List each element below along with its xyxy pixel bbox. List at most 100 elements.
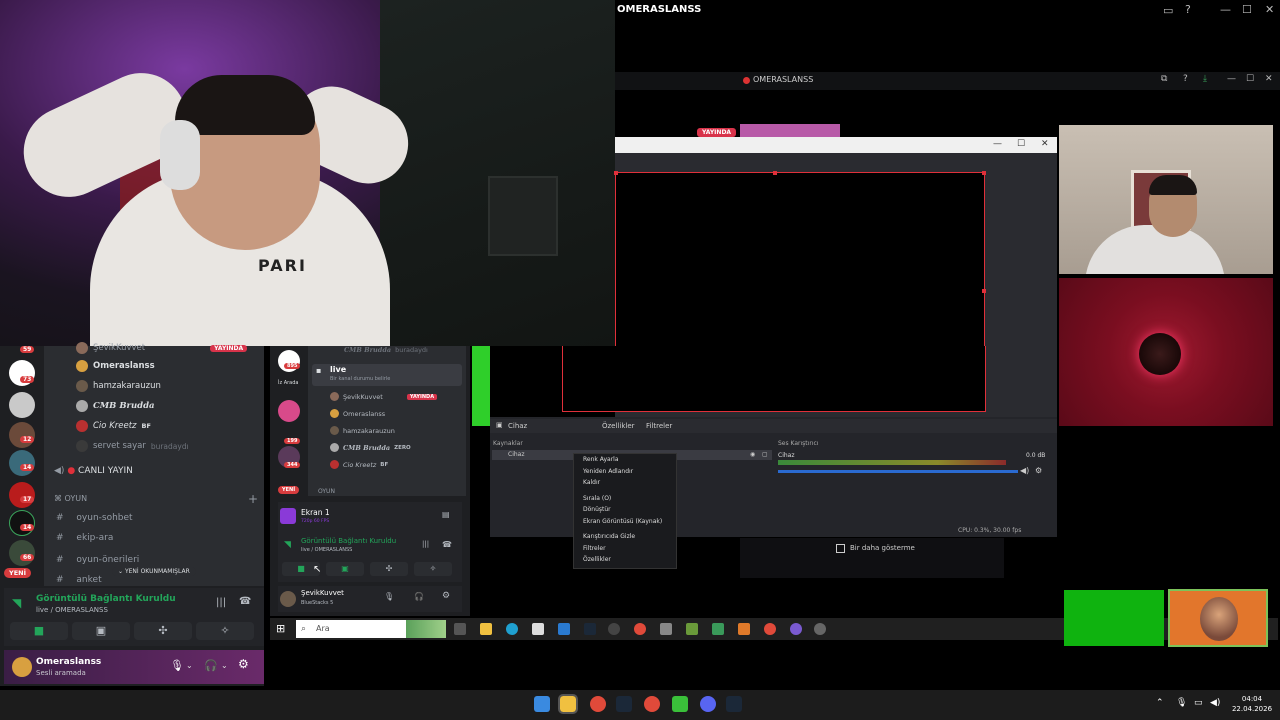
chrome-icon[interactable] xyxy=(764,623,776,635)
activities-button[interactable]: ✣ xyxy=(370,562,408,576)
steam-icon[interactable] xyxy=(726,696,742,712)
file-explorer-icon[interactable] xyxy=(480,623,492,635)
server-icon[interactable] xyxy=(9,450,35,476)
menu-item[interactable]: Yeniden Adlandır xyxy=(574,466,676,478)
gear-icon[interactable]: ⚙ xyxy=(442,591,450,601)
server-icon[interactable] xyxy=(9,510,35,536)
category-header[interactable]: OYUN xyxy=(318,488,335,495)
gear-icon[interactable]: ⚙ xyxy=(1035,466,1042,475)
app-icon[interactable] xyxy=(660,623,672,635)
stream-tile[interactable] xyxy=(740,124,840,138)
voice-user[interactable]: Omeraslanss xyxy=(76,360,155,372)
menu-item[interactable]: Filtreler xyxy=(574,543,676,555)
resize-handle[interactable] xyxy=(982,171,986,175)
app-icon[interactable] xyxy=(712,623,724,635)
chat-icon[interactable]: ▤ xyxy=(442,510,450,519)
server-icon[interactable] xyxy=(9,422,35,448)
participant-camera[interactable] xyxy=(1168,589,1268,647)
monitor-icon[interactable]: ▭ xyxy=(1163,4,1173,17)
steam-icon[interactable] xyxy=(584,623,596,635)
voice-user[interactable]: ŞevikKuvvet YAYINDA xyxy=(76,342,248,354)
close-icon[interactable]: ✕ xyxy=(1041,139,1049,149)
live-channel[interactable]: ◀) ● CANLI YAYIN xyxy=(54,466,133,476)
menu-item[interactable]: Dönüştür xyxy=(574,504,676,516)
screen-share-button[interactable]: ▣ xyxy=(326,562,364,576)
gear-icon[interactable]: ⚙ xyxy=(238,657,249,671)
maximize-icon[interactable]: ☐ xyxy=(1242,3,1252,16)
soundboard-icon[interactable]: ||| xyxy=(422,540,429,548)
file-explorer-icon[interactable] xyxy=(558,694,578,714)
store-icon[interactable] xyxy=(532,623,544,635)
voice-user[interactable]: Omeraslanss xyxy=(330,409,385,418)
headphones-icon[interactable]: 🎧 xyxy=(414,592,424,601)
chevron-down-icon[interactable]: ⌄ xyxy=(186,661,193,670)
menu-item[interactable]: Ekran Görüntüsü (Kaynak) xyxy=(574,516,676,528)
menu-item[interactable]: Özellikler xyxy=(574,554,676,566)
voice-user[interactable]: hamzakarauzun xyxy=(76,380,161,392)
discord-icon[interactable] xyxy=(700,696,716,712)
channel-item[interactable]: # oyun-sohbet xyxy=(56,513,133,523)
avatar[interactable] xyxy=(280,591,296,607)
discord-icon[interactable] xyxy=(790,623,802,635)
chevron-down-icon[interactable]: ⌄ xyxy=(221,661,228,670)
channel-item[interactable]: # oyun-önerileri xyxy=(56,555,139,565)
resize-handle[interactable] xyxy=(614,171,618,175)
help-icon[interactable]: ? xyxy=(1183,74,1188,84)
popout-icon[interactable]: ⧉ xyxy=(1161,74,1167,84)
voice-user[interactable]: CMB Brudda xyxy=(76,400,155,412)
obs-icon[interactable] xyxy=(608,623,620,635)
windows-start-icon[interactable] xyxy=(534,696,550,712)
mail-icon[interactable] xyxy=(558,623,570,635)
maximize-icon[interactable]: ☐ xyxy=(1246,74,1254,84)
soundboard-button[interactable]: ✧ xyxy=(196,622,254,640)
channel-hint[interactable]: Bir kanal durumu belirle xyxy=(330,376,390,382)
voice-user[interactable]: hamzakarauzun xyxy=(330,426,395,435)
server-icon[interactable] xyxy=(9,482,35,508)
volume-icon[interactable]: ◀) xyxy=(1210,698,1220,708)
close-icon[interactable]: ✕ xyxy=(1265,3,1274,16)
menu-item[interactable]: Kaldır xyxy=(574,477,676,489)
dont-show-checkbox[interactable] xyxy=(836,544,845,553)
volume-slider[interactable] xyxy=(778,470,1018,473)
menu-item[interactable]: Karıştırıcıda Gizle xyxy=(574,531,676,543)
mic-icon[interactable]: 🎙 xyxy=(1176,698,1187,708)
download-icon[interactable]: ⤓ xyxy=(1203,74,1207,84)
unread-pill[interactable]: ⌄ YENİ OKUNMAMIŞLAR xyxy=(112,567,196,576)
disconnect-icon[interactable]: ☎ xyxy=(239,596,251,607)
avatar[interactable] xyxy=(12,657,32,677)
close-icon[interactable]: ✕ xyxy=(1265,74,1273,84)
eye-icon[interactable]: ◉ xyxy=(750,450,755,460)
voice-user[interactable]: Cio Kreetz BF xyxy=(330,460,388,469)
speaker-icon[interactable]: ◀) xyxy=(1020,466,1029,475)
edge-icon[interactable] xyxy=(506,623,518,635)
app-icon[interactable] xyxy=(738,623,750,635)
media-player-icon[interactable] xyxy=(672,696,688,712)
voice-user[interactable]: CMB Brudda ZERO xyxy=(330,443,411,452)
screen-share-button[interactable]: ▣ xyxy=(72,622,130,640)
green-screen-tile[interactable] xyxy=(1064,590,1164,646)
mic-icon[interactable]: 🎙 xyxy=(170,659,184,672)
search-input[interactable]: ⌕ Ara xyxy=(296,620,446,638)
chrome-icon[interactable] xyxy=(590,696,606,712)
task-view-icon[interactable] xyxy=(454,623,466,635)
bluestacks-icon[interactable] xyxy=(686,623,698,635)
voice-user[interactable]: Cio Kreetz BF xyxy=(76,420,151,432)
soundboard-button[interactable]: ✧ xyxy=(414,562,452,576)
steam-icon[interactable] xyxy=(616,696,632,712)
soundboard-icon[interactable]: ||| xyxy=(216,597,226,608)
filters-button[interactable]: Filtreler xyxy=(646,422,672,430)
display-icon[interactable]: ▭ xyxy=(1194,698,1203,708)
channel-item[interactable]: # ekip-ara xyxy=(56,533,113,543)
voice-user[interactable]: servet sayar buradaydı xyxy=(76,440,189,452)
server-icon[interactable] xyxy=(9,392,35,418)
menu-item[interactable]: Sırala (O) xyxy=(574,493,676,505)
minimize-icon[interactable]: — xyxy=(1220,3,1231,16)
mic-icon[interactable]: 🎙 xyxy=(384,592,394,601)
maximize-icon[interactable]: ☐ xyxy=(1017,139,1025,149)
resize-handle[interactable] xyxy=(773,171,777,175)
disconnect-icon[interactable]: ☎ xyxy=(442,540,452,549)
lock-icon[interactable]: ▢ xyxy=(762,450,768,460)
participant-camera[interactable] xyxy=(1059,125,1273,274)
minimize-icon[interactable]: — xyxy=(993,139,1002,149)
chrome-icon[interactable] xyxy=(644,696,660,712)
